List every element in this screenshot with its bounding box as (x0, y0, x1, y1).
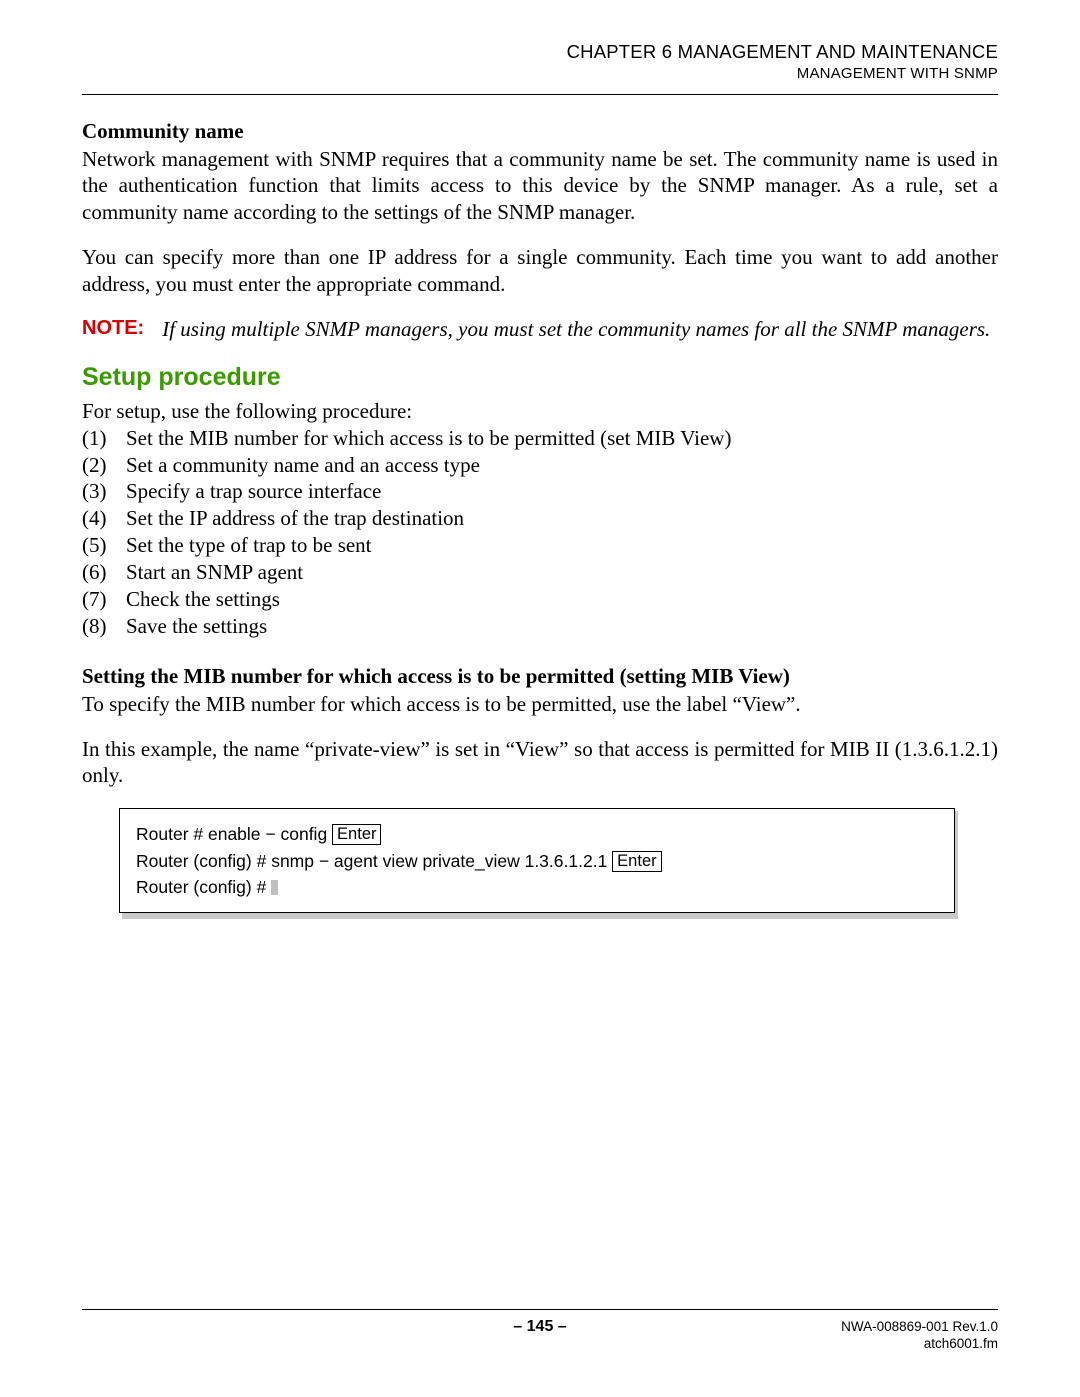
code-text: Router (config) # (136, 877, 271, 897)
list-text: Start an SNMP agent (126, 559, 998, 586)
community-paragraph-2: You can specify more than one IP address… (82, 244, 998, 298)
list-item: (5)Set the type of trap to be sent (82, 532, 998, 559)
list-item: (3)Specify a trap source interface (82, 478, 998, 505)
list-number: (7) (82, 586, 126, 613)
list-item: (2)Set a community name and an access ty… (82, 452, 998, 479)
footer-doc-id: NWA-008869-001 Rev.1.0 (778, 1318, 998, 1336)
code-line-3: Router (config) # (136, 874, 938, 900)
footer-doc-info: NWA-008869-001 Rev.1.0 atch6001.fm (778, 1318, 998, 1353)
list-number: (1) (82, 425, 126, 452)
list-text: Set the MIB number for which access is t… (126, 425, 998, 452)
community-heading: Community name (82, 119, 998, 144)
enter-key: Enter (612, 851, 661, 872)
setup-heading: Setup procedure (82, 363, 998, 392)
footer-rule (82, 1309, 998, 1310)
code-block: Router # enable − config Enter Router (c… (122, 811, 958, 919)
code-line-2: Router (config) # snmp − agent view priv… (136, 848, 938, 874)
list-number: (8) (82, 613, 126, 640)
note-label: NOTE: (82, 316, 162, 343)
cursor-icon (271, 880, 278, 895)
list-text: Set the IP address of the trap destinati… (126, 505, 998, 532)
mib-paragraph-2: In this example, the name “private-view”… (82, 736, 998, 790)
list-text: Check the settings (126, 586, 998, 613)
list-item: (1)Set the MIB number for which access i… (82, 425, 998, 452)
mib-paragraph-1: To specify the MIB number for which acce… (82, 691, 998, 718)
header-chapter: CHAPTER 6 MANAGEMENT AND MAINTENANCE (82, 40, 998, 64)
list-text: Save the settings (126, 613, 998, 640)
code-text: Router # enable − config (136, 824, 332, 844)
page-number: – 145 – (513, 1318, 566, 1336)
list-number: (2) (82, 452, 126, 479)
header-rule (82, 94, 998, 95)
page: CHAPTER 6 MANAGEMENT AND MAINTENANCE MAN… (0, 0, 1080, 1397)
header-subtitle: MANAGEMENT WITH SNMP (82, 64, 998, 84)
list-number: (4) (82, 505, 126, 532)
community-paragraph-1: Network management with SNMP requires th… (82, 146, 998, 227)
list-item: (6)Start an SNMP agent (82, 559, 998, 586)
code-text: Router (config) # snmp − agent view priv… (136, 851, 612, 871)
note-block: NOTE: If using multiple SNMP managers, y… (82, 316, 998, 343)
list-text: Set a community name and an access type (126, 452, 998, 479)
enter-key: Enter (332, 824, 381, 845)
page-header: CHAPTER 6 MANAGEMENT AND MAINTENANCE MAN… (82, 40, 998, 84)
list-text: Specify a trap source interface (126, 478, 998, 505)
list-item: (7)Check the settings (82, 586, 998, 613)
list-number: (5) (82, 532, 126, 559)
note-text: If using multiple SNMP managers, you mus… (162, 316, 998, 343)
setup-intro: For setup, use the following procedure: (82, 398, 998, 425)
setup-steps-list: (1)Set the MIB number for which access i… (82, 425, 998, 640)
list-number: (6) (82, 559, 126, 586)
page-footer: – 145 – NWA-008869-001 Rev.1.0 atch6001.… (82, 1309, 998, 1353)
list-item: (8)Save the settings (82, 613, 998, 640)
footer-filename: atch6001.fm (778, 1335, 998, 1353)
mib-subheading: Setting the MIB number for which access … (82, 664, 998, 689)
list-number: (3) (82, 478, 126, 505)
code-line-1: Router # enable − config Enter (136, 821, 938, 847)
list-text: Set the type of trap to be sent (126, 532, 998, 559)
list-item: (4)Set the IP address of the trap destin… (82, 505, 998, 532)
